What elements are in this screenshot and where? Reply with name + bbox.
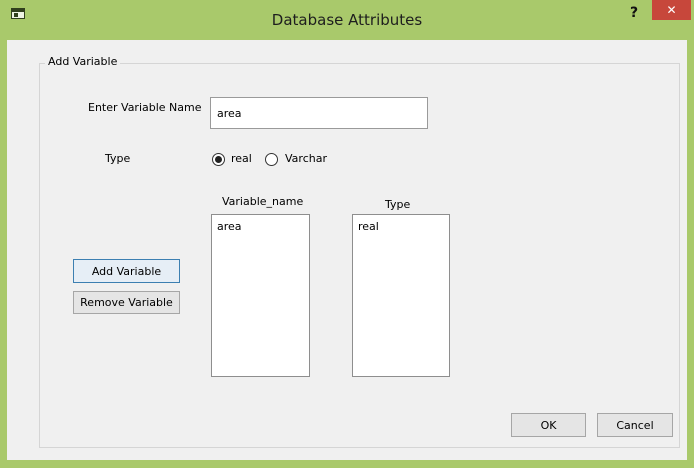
variable-name-input[interactable]: [210, 97, 428, 129]
help-button[interactable]: ?: [625, 4, 643, 22]
ok-button[interactable]: OK: [511, 413, 586, 437]
radio-real-label[interactable]: real: [231, 152, 252, 165]
variable-type-list[interactable]: real: [352, 214, 450, 377]
type-column-header: Type: [385, 198, 411, 211]
window-title: Database Attributes: [271, 11, 423, 29]
variable-name-list[interactable]: area: [211, 214, 310, 377]
radio-varchar[interactable]: [265, 153, 278, 166]
radio-real[interactable]: [212, 153, 225, 166]
list-item[interactable]: area: [217, 220, 242, 233]
remove-variable-button[interactable]: Remove Variable: [73, 291, 180, 314]
cancel-button[interactable]: Cancel: [597, 413, 673, 437]
title-bar[interactable]: Database Attributes ? ✕: [0, 0, 694, 40]
radio-varchar-label[interactable]: Varchar: [285, 152, 327, 165]
variable-name-column-header: Variable_name: [222, 195, 304, 208]
variable-name-label: Enter Variable Name: [88, 101, 202, 114]
add-variable-button[interactable]: Add Variable: [73, 259, 180, 283]
close-button[interactable]: ✕: [652, 0, 691, 20]
group-title: Add Variable: [45, 55, 121, 68]
list-item[interactable]: real: [358, 220, 379, 233]
type-label: Type: [105, 152, 131, 165]
